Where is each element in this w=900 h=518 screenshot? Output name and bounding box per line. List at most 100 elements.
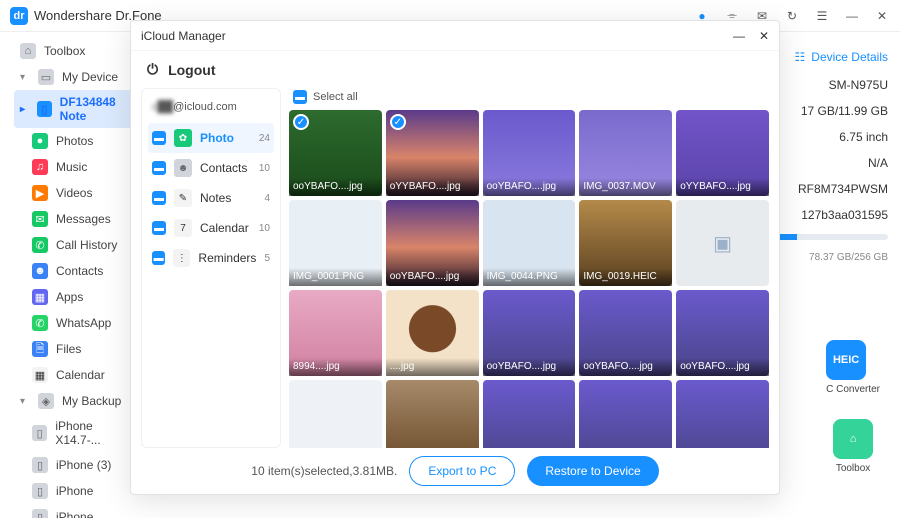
sidebar-label: DF134848 Note <box>60 95 138 123</box>
files-icon: 🗎 <box>32 341 48 357</box>
calendar-icon: ▦ <box>32 367 48 383</box>
sidebar-my-device[interactable]: ▾ ▭ My Device <box>14 64 144 90</box>
thumbnail[interactable]: 8994....jpg <box>289 290 382 376</box>
restore-button[interactable]: Restore to Device <box>527 456 658 486</box>
thumbnail[interactable]: ooYBAFO....jpg <box>386 200 479 286</box>
thumbnail[interactable]: ✓ooYBAFO....jpg <box>289 110 382 196</box>
thumbnail-filename: ooYBAFO....jpg <box>483 178 576 196</box>
placeholder-icon: ▣ <box>713 231 732 256</box>
sidebar-my-backup[interactable]: ▾◈My Backup <box>14 388 144 414</box>
thumbnail[interactable]: IMG_0001.PNG <box>289 200 382 286</box>
thumbnail[interactable] <box>386 380 479 448</box>
sidebar-item-label: Apps <box>56 290 83 304</box>
sidebar-item-messages[interactable]: ✉Messages <box>14 206 144 232</box>
category-contacts[interactable]: ▬☻Contacts10 <box>148 153 274 183</box>
phone-icon: ▯ <box>37 101 52 117</box>
close-icon[interactable]: ✕ <box>759 29 769 43</box>
backup-item[interactable]: ▯iPhone <box>14 478 144 504</box>
category-count: 10 <box>259 163 270 174</box>
list-icon[interactable]: ☰ <box>814 8 830 24</box>
sidebar-label: My Device <box>62 70 118 84</box>
thumbnail[interactable] <box>579 380 672 448</box>
select-all-checkbox[interactable]: ▬ <box>293 90 307 104</box>
detail-id: 127b3aa031595 <box>768 208 888 222</box>
category-checkbox[interactable]: ▬ <box>152 131 166 145</box>
select-all-label: Select all <box>313 91 358 103</box>
logout-button[interactable]: ⏻Logout <box>131 51 779 88</box>
thumbnail-checkbox[interactable]: ✓ <box>390 114 406 130</box>
thumbnail-checkbox[interactable]: ✓ <box>293 114 309 130</box>
minimize-icon[interactable]: — <box>844 8 860 24</box>
sidebar-item-contacts[interactable]: ☻Contacts <box>14 258 144 284</box>
thumbnail-filename: IMG_0044.PNG <box>483 268 576 286</box>
thumbnail[interactable] <box>289 380 382 448</box>
export-button[interactable]: Export to PC <box>409 456 515 486</box>
sidebar-item-videos[interactable]: ▶Videos <box>14 180 144 206</box>
thumbnail-filename: ooYBAFO....jpg <box>579 358 672 376</box>
thumbnail-filename: ooYBAFO....jpg <box>676 358 769 376</box>
thumbnail[interactable]: ✓oYYBAFO....jpg <box>386 110 479 196</box>
category-reminders[interactable]: ▬⋮Reminders5 <box>148 243 274 273</box>
sidebar-item-photos[interactable]: ●Photos <box>14 128 144 154</box>
sidebar-item-apps[interactable]: ▦Apps <box>14 284 144 310</box>
heic-converter-label: C Converter <box>826 384 880 395</box>
category-checkbox[interactable]: ▬ <box>152 161 166 175</box>
photos-icon: ● <box>32 133 48 149</box>
thumbnail[interactable] <box>676 380 769 448</box>
toolbox-icon[interactable]: ⌂ <box>833 419 873 459</box>
thumbnail[interactable]: ....jpg <box>386 290 479 376</box>
history-icon[interactable]: ↻ <box>784 8 800 24</box>
category-checkbox[interactable]: ▬ <box>152 191 166 205</box>
select-all[interactable]: ▬ Select all <box>289 88 769 110</box>
sidebar-item-files[interactable]: 🗎 Files <box>14 336 144 362</box>
sidebar-item-call-history[interactable]: ✆Call History <box>14 232 144 258</box>
detail-carrier: N/A <box>768 156 888 170</box>
chevron-down-icon: ▾ <box>20 396 30 407</box>
thumbnail[interactable]: IMG_0019.HEIC <box>579 200 672 286</box>
backup-item[interactable]: ▯ iPhone X14.7-... <box>14 414 144 452</box>
category-notes[interactable]: ▬✎Notes4 <box>148 183 274 213</box>
sidebar-toolbox[interactable]: ⌂Toolbox <box>14 38 144 64</box>
detail-storage2: 78.37 GB/256 GB <box>768 252 888 263</box>
thumbnail[interactable]: ▣ <box>676 200 769 286</box>
minimize-icon[interactable]: — <box>733 29 745 43</box>
device-icon: ▭ <box>38 69 54 85</box>
sidebar-item-label: Files <box>56 342 81 356</box>
category-checkbox[interactable]: ▬ <box>152 221 166 235</box>
backup-label: iPhone X14.7-... <box>55 419 138 447</box>
sidebar-item-calendar[interactable]: ▦Calendar <box>14 362 144 388</box>
reminders-icon: ⋮ <box>173 249 190 267</box>
thumbnail[interactable] <box>483 380 576 448</box>
category-calendar[interactable]: ▬7Calendar10 <box>148 213 274 243</box>
sidebar-item-whatsapp[interactable]: ✆WhatsApp <box>14 310 144 336</box>
chevron-down-icon: ▾ <box>20 72 30 83</box>
category-checkbox[interactable]: ▬ <box>152 251 165 265</box>
category-label: Calendar <box>200 221 251 235</box>
category-photo[interactable]: ▬✿Photo24 <box>148 123 274 153</box>
thumbnail-filename: 8994....jpg <box>289 358 382 376</box>
thumbnail-filename: ooYBAFO....jpg <box>386 268 479 286</box>
thumbnail[interactable]: oYYBAFO....jpg <box>676 110 769 196</box>
category-count: 24 <box>259 133 270 144</box>
thumbnail[interactable]: ooYBAFO....jpg <box>483 290 576 376</box>
heic-converter-icon[interactable]: HEIC <box>826 340 866 380</box>
category-label: Contacts <box>200 161 251 175</box>
chevron-right-icon: ▸ <box>20 104 29 115</box>
thumbnail-filename: IMG_0001.PNG <box>289 268 382 286</box>
power-icon: ⏻ <box>147 61 158 78</box>
close-icon[interactable]: ✕ <box>874 8 890 24</box>
sidebar-item-music[interactable]: ♫Music <box>14 154 144 180</box>
thumbnail[interactable]: ooYBAFO....jpg <box>483 110 576 196</box>
sidebar: ⌂Toolbox ▾ ▭ My Device ▸ ▯ DF134848 Note ●Ph… <box>0 32 150 518</box>
thumbnail[interactable]: ooYBAFO....jpg <box>579 290 672 376</box>
thumbnail[interactable]: ooYBAFO....jpg <box>676 290 769 376</box>
home-icon: ⌂ <box>20 43 36 59</box>
category-label: Notes <box>200 191 256 205</box>
sidebar-device-active[interactable]: ▸ ▯ DF134848 Note <box>14 90 144 128</box>
phone-icon: ▯ <box>32 425 47 441</box>
thumbnail[interactable]: IMG_0037.MOV <box>579 110 672 196</box>
device-details-title[interactable]: ☷Device Details <box>768 50 888 64</box>
backup-item[interactable]: ▯iPhone (3) <box>14 452 144 478</box>
backup-item[interactable]: ▯iPhone <box>14 504 144 518</box>
thumbnail[interactable]: IMG_0044.PNG <box>483 200 576 286</box>
